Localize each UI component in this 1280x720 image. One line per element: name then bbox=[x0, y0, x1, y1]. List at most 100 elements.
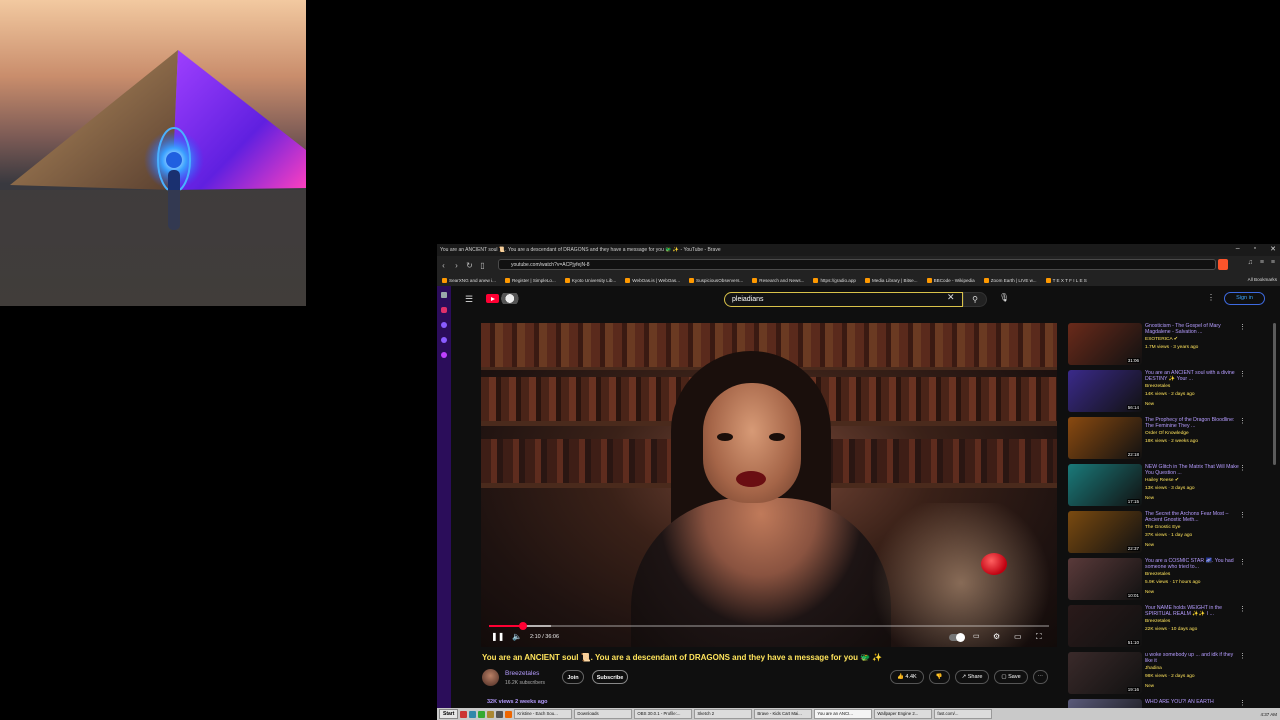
taskbar-item[interactable]: You are an ANCI... bbox=[814, 709, 873, 719]
recommended-video[interactable]: 19:16 u woke somebody up ... and idk if t… bbox=[1068, 652, 1273, 696]
rec-kebab-icon[interactable]: ⋮ bbox=[1239, 699, 1246, 707]
quicklaunch-icon[interactable] bbox=[505, 710, 513, 718]
bookmark-item[interactable]: WebOas.is | WebOas... bbox=[625, 277, 680, 283]
rec-channel[interactable]: Breezetales bbox=[1145, 619, 1170, 624]
autoplay-toggle[interactable] bbox=[949, 633, 965, 642]
panel-icon[interactable] bbox=[441, 337, 447, 343]
panel-icon[interactable] bbox=[441, 322, 447, 328]
quicklaunch-icon[interactable] bbox=[469, 710, 477, 718]
rec-channel[interactable]: Hailey Reese ✔ bbox=[1145, 478, 1179, 483]
rec-channel[interactable]: Breezetales bbox=[1145, 572, 1170, 577]
video-thumbnail[interactable]: 10:01 bbox=[1068, 558, 1142, 600]
video-thumbnail[interactable]: 22:18 bbox=[1068, 417, 1142, 459]
sidebar-toggle-icon[interactable] bbox=[441, 292, 447, 298]
rec-kebab-icon[interactable]: ⋮ bbox=[1239, 511, 1246, 519]
recommended-video[interactable]: 10:01 You are a COSMIC STAR 🌌. You had so… bbox=[1068, 558, 1273, 602]
channel-avatar[interactable] bbox=[482, 669, 499, 686]
rec-kebab-icon[interactable]: ⋮ bbox=[1239, 323, 1246, 331]
rec-channel[interactable]: Breezetales bbox=[1145, 384, 1170, 389]
rec-kebab-icon[interactable]: ⋮ bbox=[1239, 652, 1246, 660]
rec-title[interactable]: You are a COSMIC STAR 🌌. You had someone… bbox=[1145, 558, 1240, 571]
fullscreen-icon[interactable]: ⛶ bbox=[1036, 632, 1042, 642]
rec-kebab-icon[interactable]: ⋮ bbox=[1239, 464, 1246, 472]
rec-kebab-icon[interactable]: ⋮ bbox=[1239, 370, 1246, 378]
rec-kebab-icon[interactable]: ⋮ bbox=[1239, 605, 1246, 613]
recommended-video[interactable]: 56:14 You are an ANCIENT soul with a divi… bbox=[1068, 370, 1273, 414]
settings-kebab-icon[interactable]: ⋮ bbox=[1207, 293, 1215, 302]
quicklaunch-icon[interactable] bbox=[496, 710, 504, 718]
youtube-panel-icon[interactable] bbox=[441, 307, 447, 313]
scrubber-handle[interactable] bbox=[518, 622, 527, 630]
sign-in-button[interactable]: Sign in bbox=[1224, 292, 1265, 305]
quicklaunch-icon[interactable] bbox=[478, 710, 486, 718]
doodle-icon[interactable] bbox=[501, 293, 523, 304]
volume-icon[interactable]: 🔈 bbox=[512, 632, 522, 641]
like-button[interactable]: 👍 4.4K bbox=[890, 670, 924, 684]
taskbar-item[interactable]: Downloads bbox=[574, 709, 633, 719]
taskbar-item[interactable]: Kristine - Each Sou... bbox=[514, 709, 573, 719]
rec-title[interactable]: The Secret the Archons Fear Most – Ancie… bbox=[1145, 511, 1240, 524]
bookmark-item[interactable]: Register | SimpleLo... bbox=[504, 277, 556, 283]
bookmark-item[interactable]: https://gradio.app bbox=[813, 277, 856, 283]
bookmark-item[interactable]: SearXNG and anew i... bbox=[442, 277, 496, 283]
address-bar[interactable]: youtube.com/watch?v=ACPjyfejN-8 bbox=[498, 259, 1216, 270]
bookmark-item[interactable]: SuspiciousObservers... bbox=[689, 277, 743, 283]
rec-channel[interactable]: Jhadina bbox=[1145, 666, 1162, 671]
captions-icon[interactable]: ▭ bbox=[973, 632, 980, 640]
minimize-icon[interactable]: – bbox=[1236, 245, 1240, 253]
recommended-video[interactable]: 22:18 The Prophecy of the Dragon Bloodlin… bbox=[1068, 417, 1273, 461]
clock[interactable]: 4:37 AM bbox=[1260, 712, 1277, 717]
rec-kebab-icon[interactable]: ⋮ bbox=[1239, 558, 1246, 566]
video-thumbnail[interactable]: 51:10 bbox=[1068, 605, 1142, 647]
video-thumbnail[interactable]: 56:14 bbox=[1068, 370, 1142, 412]
youtube-logo-icon[interactable] bbox=[486, 294, 499, 303]
rec-title[interactable]: You are an ANCIENT soul with a divine DE… bbox=[1145, 370, 1240, 383]
recommended-video[interactable]: 31:06 Gnosticism - The Gospel of Mary Mag… bbox=[1068, 323, 1273, 367]
add-panel-icon[interactable] bbox=[441, 352, 447, 358]
subscribe-button[interactable]: Subscribe bbox=[592, 670, 628, 684]
reload-icon[interactable]: ↻ bbox=[463, 261, 476, 270]
quicklaunch-icon[interactable] bbox=[460, 710, 468, 718]
clear-search-icon[interactable]: ✕ bbox=[947, 292, 955, 303]
search-input[interactable]: pleiadians bbox=[724, 292, 963, 307]
rec-title[interactable]: NEW Glitch in The Matrix That Will Make … bbox=[1145, 464, 1240, 477]
dislike-button[interactable]: 👎 bbox=[928, 670, 950, 684]
extensions-icon[interactable]: ≡ bbox=[1260, 259, 1264, 266]
quicklaunch-icon[interactable] bbox=[487, 710, 495, 718]
rec-title[interactable]: The Prophecy of the Dragon Bloodline: Th… bbox=[1145, 417, 1240, 430]
media-icon[interactable]: ♫ bbox=[1248, 259, 1253, 266]
bookmark-item[interactable]: T E X T F I L E S bbox=[1045, 277, 1087, 283]
rec-title[interactable]: WHO ARE YOU?! AN EARTH bbox=[1145, 699, 1240, 705]
recommended-video[interactable]: 17:15 NEW Glitch in The Matrix That Will … bbox=[1068, 464, 1273, 508]
video-player[interactable]: ❚❚ 🔈 2:10 / 36:06 ▭ ⚙ ▭ ⛶ bbox=[481, 323, 1057, 647]
maximize-icon[interactable]: ▫ bbox=[1254, 245, 1256, 253]
bookmark-item[interactable]: BBCode - Wikipedia bbox=[926, 277, 975, 283]
recommended-video[interactable]: 51:10 Your NAME holds WEIGHT in the SPIRI… bbox=[1068, 605, 1273, 649]
video-thumbnail[interactable]: 19:16 bbox=[1068, 652, 1142, 694]
brave-shield-icon[interactable] bbox=[1218, 259, 1228, 270]
theater-mode-icon[interactable]: ▭ bbox=[1014, 632, 1022, 641]
close-icon[interactable]: ✕ bbox=[1270, 245, 1276, 253]
bookmark-item[interactable]: Media Library | Bitse... bbox=[864, 277, 918, 283]
more-actions-button[interactable]: ⋯ bbox=[1032, 670, 1048, 684]
recommended-video[interactable]: 22:37 The Secret the Archons Fear Most – … bbox=[1068, 511, 1273, 555]
page-scrollbar[interactable] bbox=[1273, 323, 1276, 465]
rec-title[interactable]: Gnosticism - The Gospel of Mary Magdalen… bbox=[1145, 323, 1240, 336]
rec-channel[interactable]: The Gnostic Eye bbox=[1145, 525, 1180, 530]
bookmark-item[interactable]: Kyoto University Lib... bbox=[564, 277, 616, 283]
menu-icon[interactable]: ≡ bbox=[1271, 259, 1275, 266]
search-button[interactable]: ⚲ bbox=[963, 292, 987, 307]
rec-title[interactable]: u woke somebody up ... and idk if they l… bbox=[1145, 652, 1240, 665]
rec-channel[interactable]: Order Of Knowledge bbox=[1145, 431, 1189, 436]
rec-channel[interactable]: ESOTERICA ✔ bbox=[1145, 337, 1178, 342]
all-bookmarks-link[interactable]: All Bookmarks bbox=[1248, 277, 1277, 282]
join-button[interactable]: Join bbox=[562, 670, 584, 684]
share-button[interactable]: ↗ Share bbox=[954, 670, 990, 684]
rec-kebab-icon[interactable]: ⋮ bbox=[1239, 417, 1246, 425]
progress-bar[interactable] bbox=[489, 622, 1049, 630]
channel-name[interactable]: Breezetales bbox=[505, 670, 539, 677]
hamburger-menu-icon[interactable]: ☰ bbox=[465, 294, 473, 305]
taskbar-item[interactable]: Brave - Kids Cart Mai... bbox=[754, 709, 813, 719]
taskbar-item[interactable]: OBS 30.0.1 - Profile:... bbox=[634, 709, 693, 719]
forward-icon[interactable]: › bbox=[450, 261, 463, 270]
